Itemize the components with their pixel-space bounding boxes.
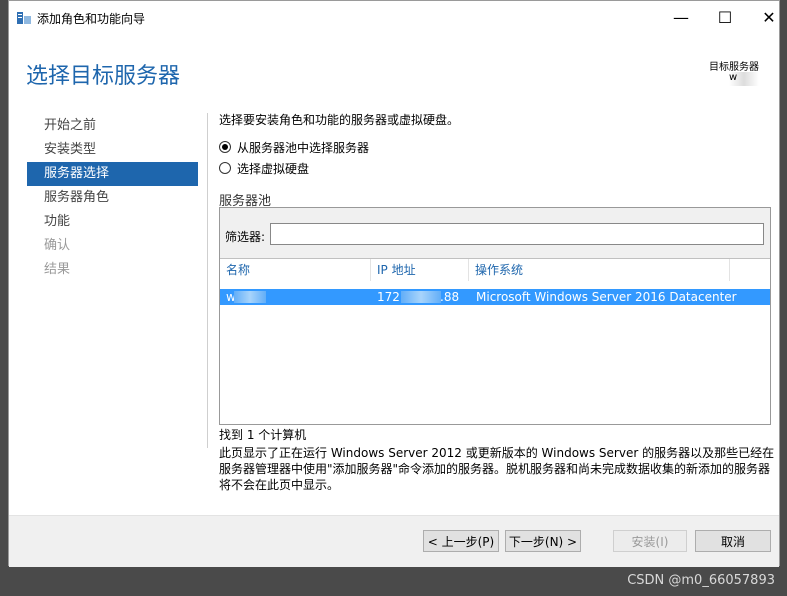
radio-server-pool-label: 从服务器池中选择服务器 (237, 140, 370, 155)
ip-prefix-cell: 172 (377, 290, 400, 304)
column-header-os[interactable]: 操作系统 (469, 259, 730, 281)
nav-item-before-you-begin[interactable]: 开始之前 (27, 114, 198, 138)
server-table: 名称 IP 地址 操作系统 w 172 .88 Microsoft Window… (220, 258, 770, 424)
button-bar: < 上一步(P) 下一步(N) > 安装(I) 取消 (9, 516, 779, 567)
previous-button[interactable]: < 上一步(P) (423, 530, 499, 552)
nav-item-server-roles[interactable]: 服务器角色 (27, 186, 198, 210)
radio-unchecked-icon[interactable] (219, 162, 231, 174)
minimize-button[interactable]: — (659, 1, 703, 34)
nav-item-results: 结果 (44, 262, 71, 277)
table-row[interactable]: w 172 .88 Microsoft Windows Server 2016 … (220, 289, 770, 305)
page-title: 选择目标服务器 (26, 64, 181, 89)
next-button[interactable]: 下一步(N) > (505, 530, 581, 552)
nav-item-installation-type[interactable]: 安装类型 (27, 138, 198, 162)
nav-item-confirmation: 确认 (44, 238, 71, 253)
radio-virtual-disk-label: 选择虚拟硬盘 (237, 161, 310, 176)
destination-server-label: 目标服务器 (709, 62, 759, 73)
column-header-name[interactable]: 名称 (220, 259, 371, 281)
close-button[interactable]: ✕ (747, 1, 787, 34)
title-bar: 添加角色和功能向导 — ☐ ✕ (9, 1, 779, 34)
maximize-icon: ☐ (717, 8, 733, 27)
server-pool-panel: 筛选器: 名称 IP 地址 操作系统 w 172 .88 Microsoft W… (219, 207, 771, 425)
filter-input[interactable] (270, 223, 764, 245)
minimize-icon: — (673, 8, 689, 27)
wizard-window: 添加角色和功能向导 — ☐ ✕ 选择目标服务器 目标服务器 w 开始之前 安装类… (8, 0, 780, 567)
destination-server-name: w (729, 72, 738, 83)
description-text: 此页显示了正在运行 Windows Server 2012 或更新版本的 Win… (219, 446, 775, 492)
found-count: 找到 1 个计算机 (219, 428, 307, 442)
wizard-nav: 开始之前 安装类型 服务器选择 服务器角色 功能 确认 结果 (27, 114, 198, 282)
radio-virtual-disk[interactable]: 选择虚拟硬盘 (219, 159, 309, 177)
watermark: CSDN @m0_66057893 (627, 573, 775, 588)
ip-suffix-cell: .88 (440, 290, 460, 304)
window-title: 添加角色和功能向导 (37, 12, 146, 26)
server-manager-icon (17, 12, 31, 24)
redaction-mask (401, 291, 441, 303)
close-icon: ✕ (762, 8, 776, 27)
nav-divider (207, 113, 208, 448)
column-header-ip[interactable]: IP 地址 (371, 259, 469, 281)
maximize-button[interactable]: ☐ (703, 1, 747, 34)
nav-item-server-selection[interactable]: 服务器选择 (27, 162, 198, 186)
radio-checked-icon[interactable] (219, 141, 231, 153)
install-button: 安装(I) (613, 530, 687, 552)
intro-text: 选择要安装角色和功能的服务器或虚拟硬盘。 (219, 113, 460, 127)
os-cell: Microsoft Windows Server 2016 Datacenter (476, 290, 737, 304)
destination-server-value: w (729, 72, 759, 86)
cancel-button[interactable]: 取消 (695, 530, 771, 552)
nav-item-features[interactable]: 功能 (27, 210, 198, 234)
radio-server-pool[interactable]: 从服务器池中选择服务器 (219, 138, 369, 156)
redaction-mask (234, 291, 266, 303)
filter-label: 筛选器: (225, 230, 266, 244)
